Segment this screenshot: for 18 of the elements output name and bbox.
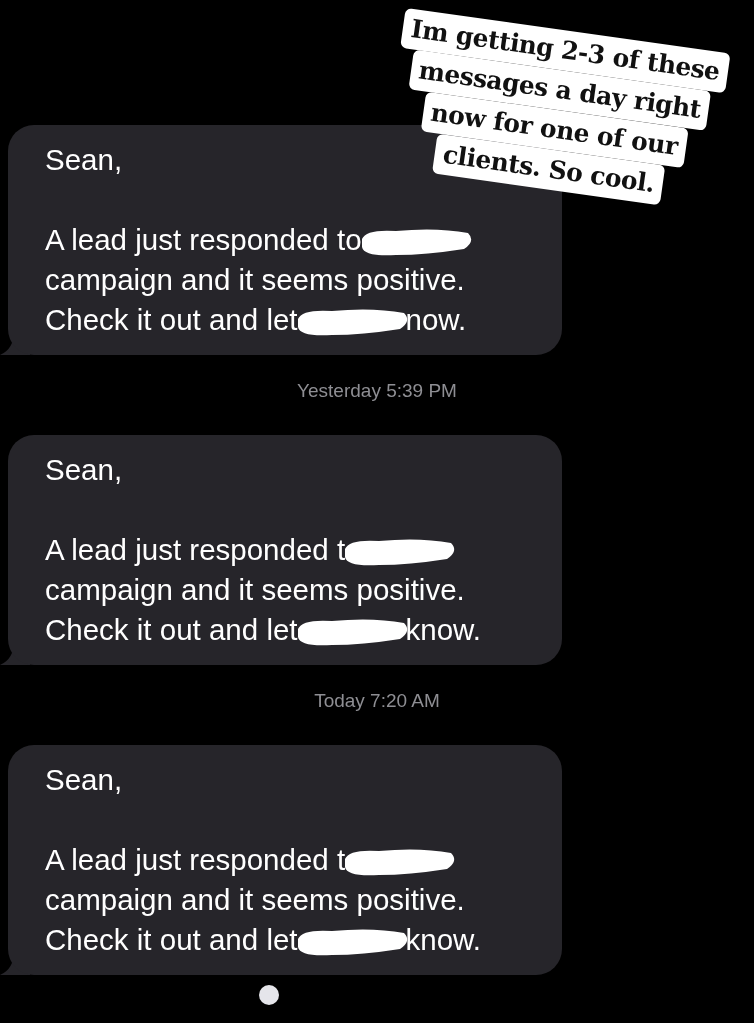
message-text: A lead just responded to [45,223,362,256]
message-text: campaign and it seems positive. [45,573,465,606]
message-text: know. [405,613,481,646]
message-text: A lead just responded t [45,533,346,566]
message-text: Sean, [45,763,123,796]
message-text: campaign and it seems positive. [45,883,465,916]
message-text: Check it out and let [45,613,298,646]
message-text: Sean, [45,143,123,176]
message-text: A lead just responded t [45,843,346,876]
message-text: Check it out and let [45,303,298,336]
message-timestamp: Yesterday 5:39 PM [297,380,457,402]
message-text: Sean, [45,453,123,486]
message-text: campaign and it seems positive. [45,263,465,296]
page-dot [259,985,279,1005]
message-timestamp: Today 7:20 AM [314,690,440,712]
message-text: now. [405,303,467,336]
message-text: know. [405,923,481,956]
message-text: Check it out and let [45,923,298,956]
